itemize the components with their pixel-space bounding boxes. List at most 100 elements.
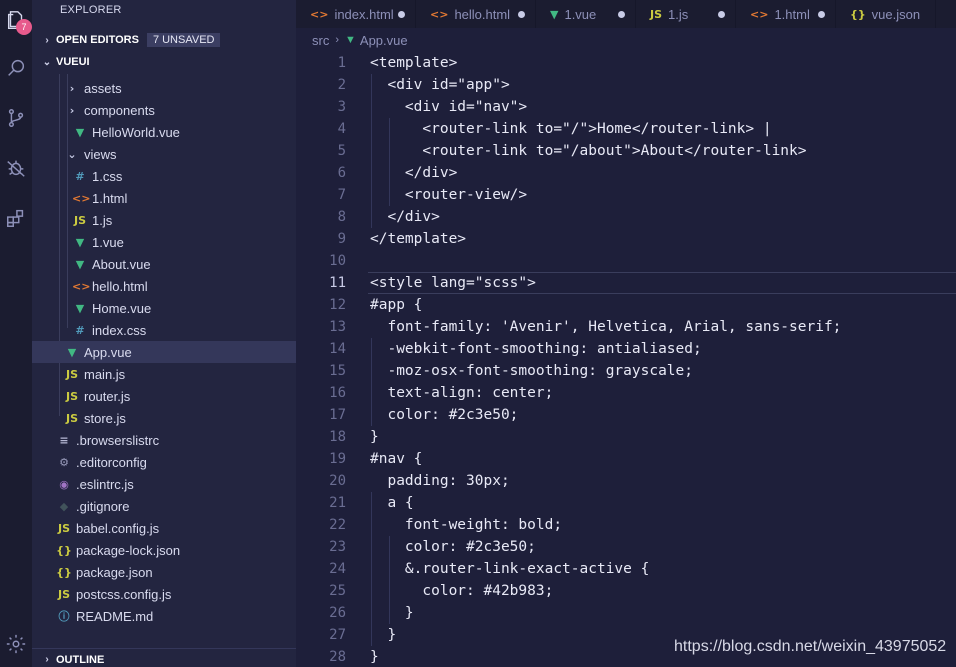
tree-item[interactable]: JS store.js (32, 407, 296, 429)
editor-tab[interactable]: JS 1.js (636, 0, 736, 28)
editor-tab[interactable]: <> index.html (296, 0, 416, 28)
code-line[interactable]: <router-link to="/about">About</router-l… (370, 140, 956, 162)
tree-item-label: store.js (84, 410, 126, 426)
breadcrumb-file[interactable]: App.vue (360, 33, 408, 48)
tree-item-label: index.css (92, 322, 147, 338)
tree-item[interactable]: JS main.js (32, 363, 296, 385)
line-number: 27 (329, 627, 346, 643)
tree-item[interactable]: ⚙ .editorconfig (32, 451, 296, 473)
settings-gear-icon[interactable] (0, 628, 32, 660)
code-line[interactable]: <div id="nav"> (370, 96, 956, 118)
tree-item[interactable]: ▼ About.vue (32, 253, 296, 275)
tree-item-label: 1.css (92, 168, 123, 184)
tree-item[interactable]: JS babel.config.js (32, 517, 296, 539)
source-control-icon[interactable] (0, 102, 32, 134)
tree-item[interactable]: ⓘ README.md (32, 605, 296, 627)
tree-item[interactable]: ▼ Home.vue (32, 297, 296, 319)
vue-file-icon: ▼ (75, 257, 85, 271)
tree-item[interactable]: ▼ App.vue (32, 341, 296, 363)
outline-section[interactable]: › OUTLINE (32, 648, 296, 667)
code-line[interactable]: <router-view/> (370, 184, 956, 206)
tree-item[interactable]: JS postcss.config.js (32, 583, 296, 605)
code-line[interactable]: </div> (370, 206, 956, 228)
tree-item[interactable]: › components (32, 99, 296, 121)
breadcrumb-folder[interactable]: src (312, 33, 329, 48)
code-editor[interactable]: 1 2 3 4 5 6 7 8 9 10 11 12 13 14 15 16 17 18 19 20 21 22 23 24 2… (296, 52, 956, 667)
tree-item-label: postcss.config.js (76, 586, 172, 602)
code-line[interactable]: </template> (370, 228, 956, 250)
tab-label: index.html (334, 6, 394, 22)
tree-item[interactable]: JS router.js (32, 385, 296, 407)
watermark-text: https://blog.csdn.net/weixin_43975052 (674, 638, 947, 655)
breadcrumb-separator: › (335, 34, 340, 46)
tree-item[interactable]: #1.css (32, 165, 296, 187)
code-line[interactable]: padding: 30px; (370, 470, 956, 492)
tree-item[interactable]: ◆ .gitignore (32, 495, 296, 517)
search-icon[interactable] (0, 52, 32, 84)
css-file-icon: # (75, 169, 85, 183)
tree-item[interactable]: {} package-lock.json (32, 539, 296, 561)
html-file-icon: <> (72, 191, 91, 205)
line-number: 16 (329, 385, 346, 401)
code-line[interactable]: color: #2c3e50; (370, 404, 956, 426)
html-file-icon: <> (72, 279, 91, 293)
unsaved-dot-icon[interactable] (718, 10, 725, 18)
code-line[interactable]: <router-link to="/">Home</router-link> | (370, 118, 956, 140)
code-line[interactable]: a { (370, 492, 956, 514)
tree-item[interactable]: › assets (32, 77, 296, 99)
tree-item[interactable]: ▼ 1.vue (32, 231, 296, 253)
unsaved-dot-icon[interactable] (518, 10, 525, 18)
js-file-icon: JS (65, 389, 78, 403)
code-line[interactable]: } (370, 426, 956, 448)
code-line[interactable]: text-align: center; (370, 382, 956, 404)
tree-item[interactable]: ◉ .eslintrc.js (32, 473, 296, 495)
tree-item[interactable]: {} package.json (32, 561, 296, 583)
vue-file-icon: ▼ (550, 7, 559, 21)
code-line[interactable]: color: #2c3e50; (370, 536, 956, 558)
extensions-icon[interactable] (0, 202, 32, 234)
tree-item[interactable]: <> hello.html (32, 275, 296, 297)
code-line[interactable]: <div id="app"> (370, 74, 956, 96)
code-line[interactable]: <style lang="scss"> (370, 272, 956, 294)
unsaved-dot-icon[interactable] (618, 10, 625, 18)
code-lines[interactable]: <template> <div id="app"> <div id="nav">… (370, 52, 956, 667)
code-line[interactable]: &.router-link-exact-active { (370, 558, 956, 580)
unsaved-dot-icon[interactable] (398, 10, 405, 18)
code-line[interactable]: #app { (370, 294, 956, 316)
config-file-icon: ≡ (59, 433, 69, 447)
tree-item[interactable]: <> 1.html (32, 187, 296, 209)
tree-item[interactable]: ▼ HelloWorld.vue (32, 121, 296, 143)
open-editors-section[interactable]: › OPEN EDITORS 7 UNSAVED (32, 29, 296, 51)
editor-tab[interactable]: {} vue.json (836, 0, 936, 28)
tree-item-label: .editorconfig (76, 454, 147, 470)
chevron-down-icon: ⌄ (42, 56, 52, 68)
code-line[interactable]: <template> (370, 52, 956, 74)
code-line[interactable]: -webkit-font-smoothing: antialiased; (370, 338, 956, 360)
code-line[interactable]: font-weight: bold; (370, 514, 956, 536)
tree-item-label: hello.html (92, 278, 148, 294)
editor-tab[interactable]: ▼ 1.vue (536, 0, 636, 28)
js-file-icon: JS (650, 7, 663, 21)
tree-item[interactable]: # index.css (32, 319, 296, 341)
tab-label: 1.html (774, 6, 810, 22)
unsaved-dot-icon[interactable] (818, 10, 825, 18)
code-line[interactable]: font-family: 'Avenir', Helvetica, Arial,… (370, 316, 956, 338)
editor-tab[interactable]: <> hello.html (416, 0, 536, 28)
code-line[interactable]: color: #42b983; (370, 580, 956, 602)
project-section[interactable]: ⌄ VUEUI (32, 51, 296, 73)
code-line[interactable]: #nav { (370, 448, 956, 470)
line-number: 26 (329, 605, 346, 621)
json-file-icon: {} (56, 565, 72, 579)
code-line[interactable]: </div> (370, 162, 956, 184)
line-number: 3 (337, 99, 346, 115)
vue-file-icon: ▼ (75, 235, 85, 249)
code-line[interactable] (370, 250, 956, 272)
json-file-icon: {} (56, 543, 72, 557)
code-line[interactable]: -moz-osx-font-smoothing: grayscale; (370, 360, 956, 382)
tree-item[interactable]: ≡ .browserslistrc (32, 429, 296, 451)
tree-item[interactable]: ⌄ views (32, 143, 296, 165)
code-line[interactable]: } (370, 602, 956, 624)
debug-icon[interactable] (0, 152, 32, 184)
tree-item[interactable]: JS 1.js (32, 209, 296, 231)
editor-tab[interactable]: <> 1.html (736, 0, 836, 28)
